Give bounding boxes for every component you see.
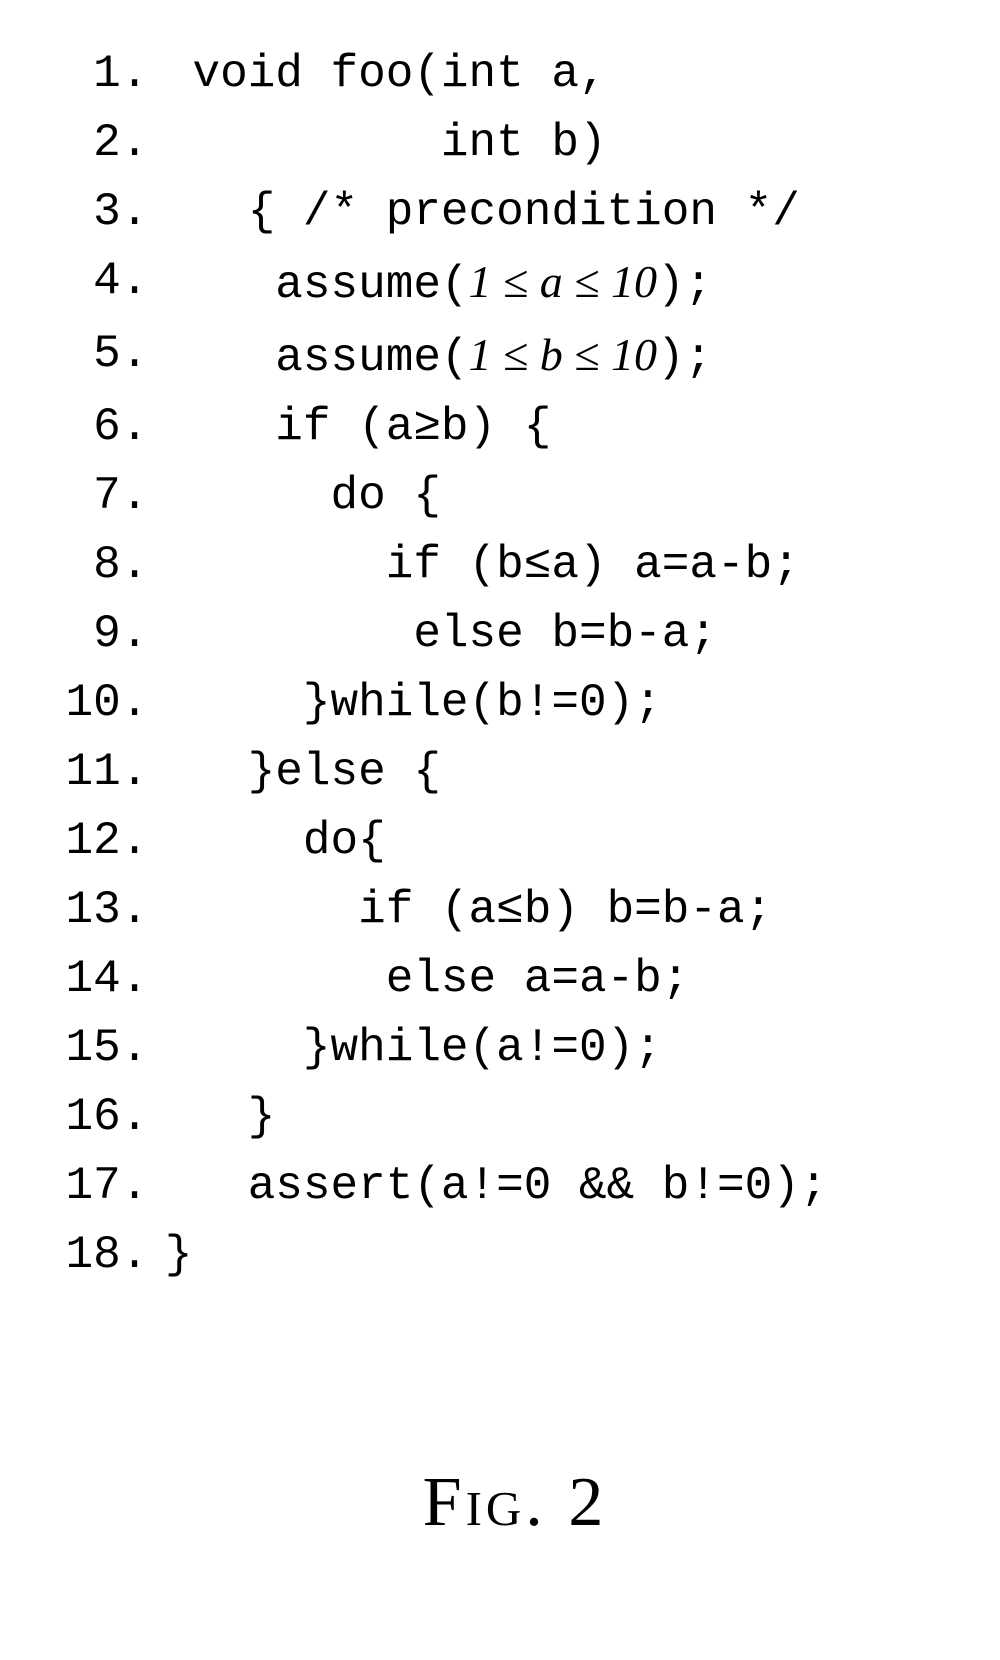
code-text: if (b≤a) a=a-b; xyxy=(165,531,800,600)
code-text: }while(b!=0); xyxy=(165,669,662,738)
code-text: do { xyxy=(165,462,441,531)
code-text: if (a≤b) b=b-a; xyxy=(165,876,772,945)
code-pre: int b) xyxy=(165,117,607,169)
code-pre: } xyxy=(165,1091,275,1143)
code-text: do{ xyxy=(165,807,386,876)
code-line: 16. } xyxy=(60,1083,970,1152)
code-pre: void foo(int a, xyxy=(165,48,607,100)
line-number: 2. xyxy=(60,109,165,178)
code-pre: }while(b!=0); xyxy=(165,677,662,729)
code-line: 6. if (a≥b) { xyxy=(60,393,970,462)
code-line: 11. }else { xyxy=(60,738,970,807)
code-pre: do{ xyxy=(165,815,386,867)
code-text: } xyxy=(165,1083,275,1152)
code-text: void foo(int a, xyxy=(165,40,607,109)
line-number: 11. xyxy=(60,738,165,807)
code-pre: }else { xyxy=(165,746,441,798)
code-text: assume(1 ≤ b ≤ 10); xyxy=(165,320,712,393)
line-number: 12. xyxy=(60,807,165,876)
caption-number: 2 xyxy=(568,1464,607,1541)
code-pre: if (a≥b) { xyxy=(165,401,551,453)
code-pre: do { xyxy=(165,470,441,522)
figure-caption: Fig. 2 xyxy=(60,1450,970,1555)
code-text: if (a≥b) { xyxy=(165,393,551,462)
code-text: int b) xyxy=(165,109,607,178)
code-text: { /* precondition */ xyxy=(165,178,800,247)
code-pre: assume( xyxy=(165,332,469,384)
line-number: 4. xyxy=(60,247,165,320)
line-number: 5. xyxy=(60,320,165,393)
caption-prefix: Fig. xyxy=(423,1464,569,1541)
code-line: 7. do { xyxy=(60,462,970,531)
code-line: 1. void foo(int a, xyxy=(60,40,970,109)
code-text: assert(a!=0 && b!=0); xyxy=(165,1152,828,1221)
code-text: else a=a-b; xyxy=(165,945,690,1014)
line-number: 8. xyxy=(60,531,165,600)
math-expression: 1 ≤ b ≤ 10 xyxy=(469,329,658,380)
code-pre: assert(a!=0 && b!=0); xyxy=(165,1160,828,1212)
code-pre: if (a≤b) b=b-a; xyxy=(165,884,772,936)
code-post: ); xyxy=(657,259,712,311)
line-number: 6. xyxy=(60,393,165,462)
code-line: 10. }while(b!=0); xyxy=(60,669,970,738)
line-number: 1. xyxy=(60,40,165,109)
line-number: 3. xyxy=(60,178,165,247)
code-text: assume(1 ≤ a ≤ 10); xyxy=(165,247,712,320)
code-text: else b=b-a; xyxy=(165,600,717,669)
code-pre: else a=a-b; xyxy=(165,953,690,1005)
code-line: 14. else a=a-b; xyxy=(60,945,970,1014)
code-pre: else b=b-a; xyxy=(165,608,717,660)
code-line: 4. assume(1 ≤ a ≤ 10); xyxy=(60,247,970,320)
code-line: 12. do{ xyxy=(60,807,970,876)
line-number: 14. xyxy=(60,945,165,1014)
math-expression: 1 ≤ a ≤ 10 xyxy=(469,256,658,307)
code-line: 15. }while(a!=0); xyxy=(60,1014,970,1083)
code-text: }else { xyxy=(165,738,441,807)
code-pre: assume( xyxy=(165,259,469,311)
code-line: 2. int b) xyxy=(60,109,970,178)
code-line: 18.} xyxy=(60,1221,970,1290)
line-number: 15. xyxy=(60,1014,165,1083)
line-number: 13. xyxy=(60,876,165,945)
code-line: 13. if (a≤b) b=b-a; xyxy=(60,876,970,945)
code-line: 3. { /* precondition */ xyxy=(60,178,970,247)
line-number: 18. xyxy=(60,1221,165,1290)
code-line: 17. assert(a!=0 && b!=0); xyxy=(60,1152,970,1221)
code-pre: } xyxy=(165,1229,193,1281)
line-number: 17. xyxy=(60,1152,165,1221)
code-line: 9. else b=b-a; xyxy=(60,600,970,669)
code-line: 8. if (b≤a) a=a-b; xyxy=(60,531,970,600)
code-figure: 1. void foo(int a,2. int b)3. { /* preco… xyxy=(0,0,1000,1555)
code-line: 5. assume(1 ≤ b ≤ 10); xyxy=(60,320,970,393)
line-number: 10. xyxy=(60,669,165,738)
code-pre: if (b≤a) a=a-b; xyxy=(165,539,800,591)
code-text: } xyxy=(165,1221,193,1290)
line-number: 9. xyxy=(60,600,165,669)
line-number: 16. xyxy=(60,1083,165,1152)
code-listing: 1. void foo(int a,2. int b)3. { /* preco… xyxy=(60,40,970,1290)
code-pre: { /* precondition */ xyxy=(165,186,800,238)
code-pre: }while(a!=0); xyxy=(165,1022,662,1074)
code-post: ); xyxy=(657,332,712,384)
code-text: }while(a!=0); xyxy=(165,1014,662,1083)
line-number: 7. xyxy=(60,462,165,531)
